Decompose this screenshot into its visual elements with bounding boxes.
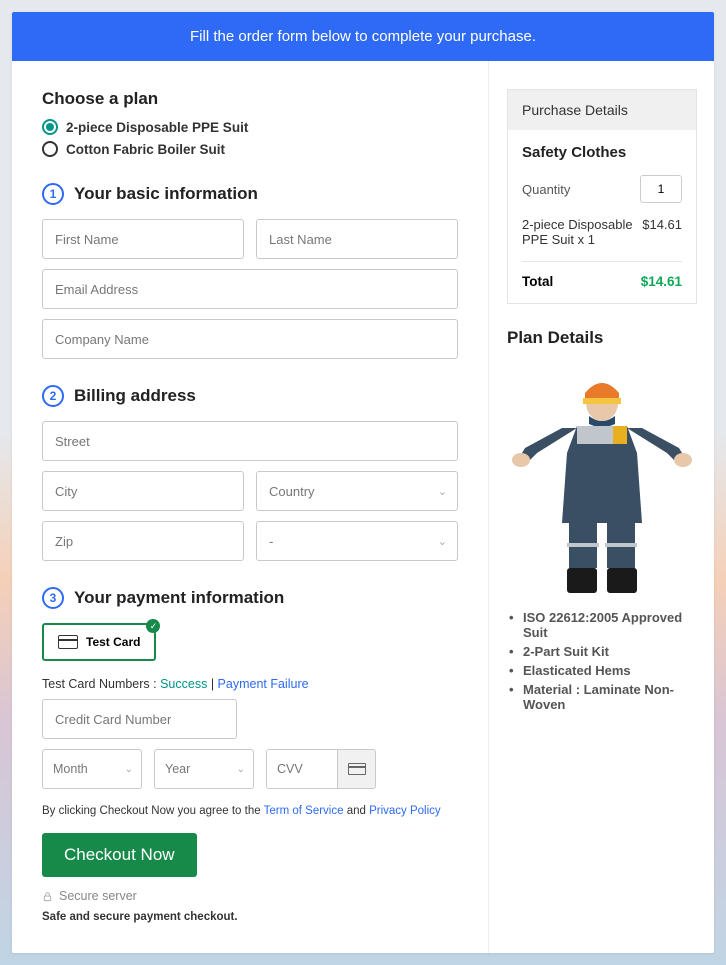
step-number-icon: 1 bbox=[42, 183, 64, 205]
plan-bullet: ISO 22612:2005 Approved Suit bbox=[523, 610, 697, 640]
checkout-button[interactable]: Checkout Now bbox=[42, 833, 197, 877]
line-item-name: 2-piece Disposable PPE Suit x 1 bbox=[522, 217, 642, 247]
agree-mid: and bbox=[344, 805, 370, 817]
chevron-down-icon: ⌄ bbox=[125, 764, 133, 775]
company-input[interactable] bbox=[42, 319, 458, 359]
plan-option-boiler[interactable]: Cotton Fabric Boiler Suit bbox=[42, 141, 458, 157]
country-select[interactable]: Country ⌄ bbox=[256, 471, 458, 511]
first-name-input[interactable] bbox=[42, 219, 244, 259]
plan-option-label: Cotton Fabric Boiler Suit bbox=[66, 142, 225, 157]
chevron-down-icon: ⌄ bbox=[237, 764, 245, 775]
radio-icon bbox=[42, 141, 58, 157]
cvv-wrap bbox=[266, 749, 376, 789]
plan-image bbox=[507, 358, 697, 598]
payment-method-test-card[interactable]: ✓ Test Card bbox=[42, 623, 156, 661]
plan-details-title: Plan Details bbox=[507, 328, 697, 348]
left-column: Choose a plan 2-piece Disposable PPE Sui… bbox=[12, 61, 489, 953]
zip-input[interactable] bbox=[42, 521, 244, 561]
banner: Fill the order form below to complete yo… bbox=[12, 12, 714, 61]
step-payment-header: 3 Your payment information bbox=[42, 587, 458, 609]
choose-plan-title: Choose a plan bbox=[42, 89, 458, 109]
plan-bullet-list: ISO 22612:2005 Approved Suit 2-Part Suit… bbox=[507, 610, 697, 712]
worker-illustration-icon bbox=[507, 368, 697, 598]
hint-sep: | bbox=[207, 677, 217, 691]
agree-prefix: By clicking Checkout Now you agree to th… bbox=[42, 805, 264, 817]
step-title: Your basic information bbox=[74, 184, 258, 204]
card-icon bbox=[58, 635, 78, 649]
city-input[interactable] bbox=[42, 471, 244, 511]
step-title: Your payment information bbox=[74, 588, 284, 608]
plan-option-label: 2-piece Disposable PPE Suit bbox=[66, 120, 248, 135]
agree-text: By clicking Checkout Now you agree to th… bbox=[42, 805, 458, 817]
cc-number-input[interactable] bbox=[42, 699, 237, 739]
safe-label: Safe and secure payment checkout. bbox=[42, 911, 458, 923]
privacy-link[interactable]: Privacy Policy bbox=[369, 805, 441, 817]
purchase-details-header: Purchase Details bbox=[508, 90, 696, 130]
tos-link[interactable]: Term of Service bbox=[264, 805, 344, 817]
hint-prefix: Test Card Numbers : bbox=[42, 677, 160, 691]
lock-icon bbox=[42, 891, 53, 902]
test-card-hint: Test Card Numbers : Success | Payment Fa… bbox=[42, 677, 458, 691]
secure-label: Secure server bbox=[59, 889, 137, 903]
step-basic-header: 1 Your basic information bbox=[42, 183, 458, 205]
plan-bullet: 2-Part Suit Kit bbox=[523, 644, 697, 659]
test-failure-link[interactable]: Payment Failure bbox=[218, 677, 309, 691]
cvv-input[interactable] bbox=[267, 750, 337, 788]
plan-bullet: Material : Laminate Non-Woven bbox=[523, 682, 697, 712]
card-back-icon bbox=[337, 750, 375, 788]
chevron-down-icon: ⌄ bbox=[438, 485, 447, 498]
state-select[interactable]: - ⌄ bbox=[256, 521, 458, 561]
total-price: $14.61 bbox=[641, 274, 682, 289]
step-number-icon: 3 bbox=[42, 587, 64, 609]
purchase-details-box: Purchase Details Safety Clothes Quantity… bbox=[507, 89, 697, 304]
exp-year-select[interactable]: Year ⌄ bbox=[154, 749, 254, 789]
email-input[interactable] bbox=[42, 269, 458, 309]
select-text: Country bbox=[269, 484, 315, 499]
select-text: Year bbox=[165, 762, 190, 776]
quantity-input[interactable] bbox=[640, 175, 682, 203]
exp-month-select[interactable]: Month ⌄ bbox=[42, 749, 142, 789]
last-name-input[interactable] bbox=[256, 219, 458, 259]
quantity-label: Quantity bbox=[522, 182, 570, 197]
total-row: Total $14.61 bbox=[522, 274, 682, 289]
select-text: - bbox=[269, 534, 273, 549]
order-form-card: Fill the order form below to complete yo… bbox=[12, 12, 714, 953]
step-number-icon: 2 bbox=[42, 385, 64, 407]
step-billing-header: 2 Billing address bbox=[42, 385, 458, 407]
radio-icon bbox=[42, 119, 58, 135]
payment-method-label: Test Card bbox=[86, 635, 140, 649]
line-item: 2-piece Disposable PPE Suit x 1 $14.61 bbox=[522, 217, 682, 262]
test-success-link[interactable]: Success bbox=[160, 677, 207, 691]
secure-server: Secure server bbox=[42, 889, 458, 903]
check-icon: ✓ bbox=[146, 619, 160, 633]
total-label: Total bbox=[522, 274, 553, 289]
purchase-subtitle: Safety Clothes bbox=[522, 144, 682, 161]
line-item-price: $14.61 bbox=[642, 217, 682, 247]
plan-option-ppe[interactable]: 2-piece Disposable PPE Suit bbox=[42, 119, 458, 135]
chevron-down-icon: ⌄ bbox=[438, 535, 447, 548]
step-title: Billing address bbox=[74, 386, 196, 406]
select-text: Month bbox=[53, 762, 88, 776]
plan-bullet: Elasticated Hems bbox=[523, 663, 697, 678]
street-input[interactable] bbox=[42, 421, 458, 461]
right-column: Purchase Details Safety Clothes Quantity… bbox=[489, 61, 714, 953]
